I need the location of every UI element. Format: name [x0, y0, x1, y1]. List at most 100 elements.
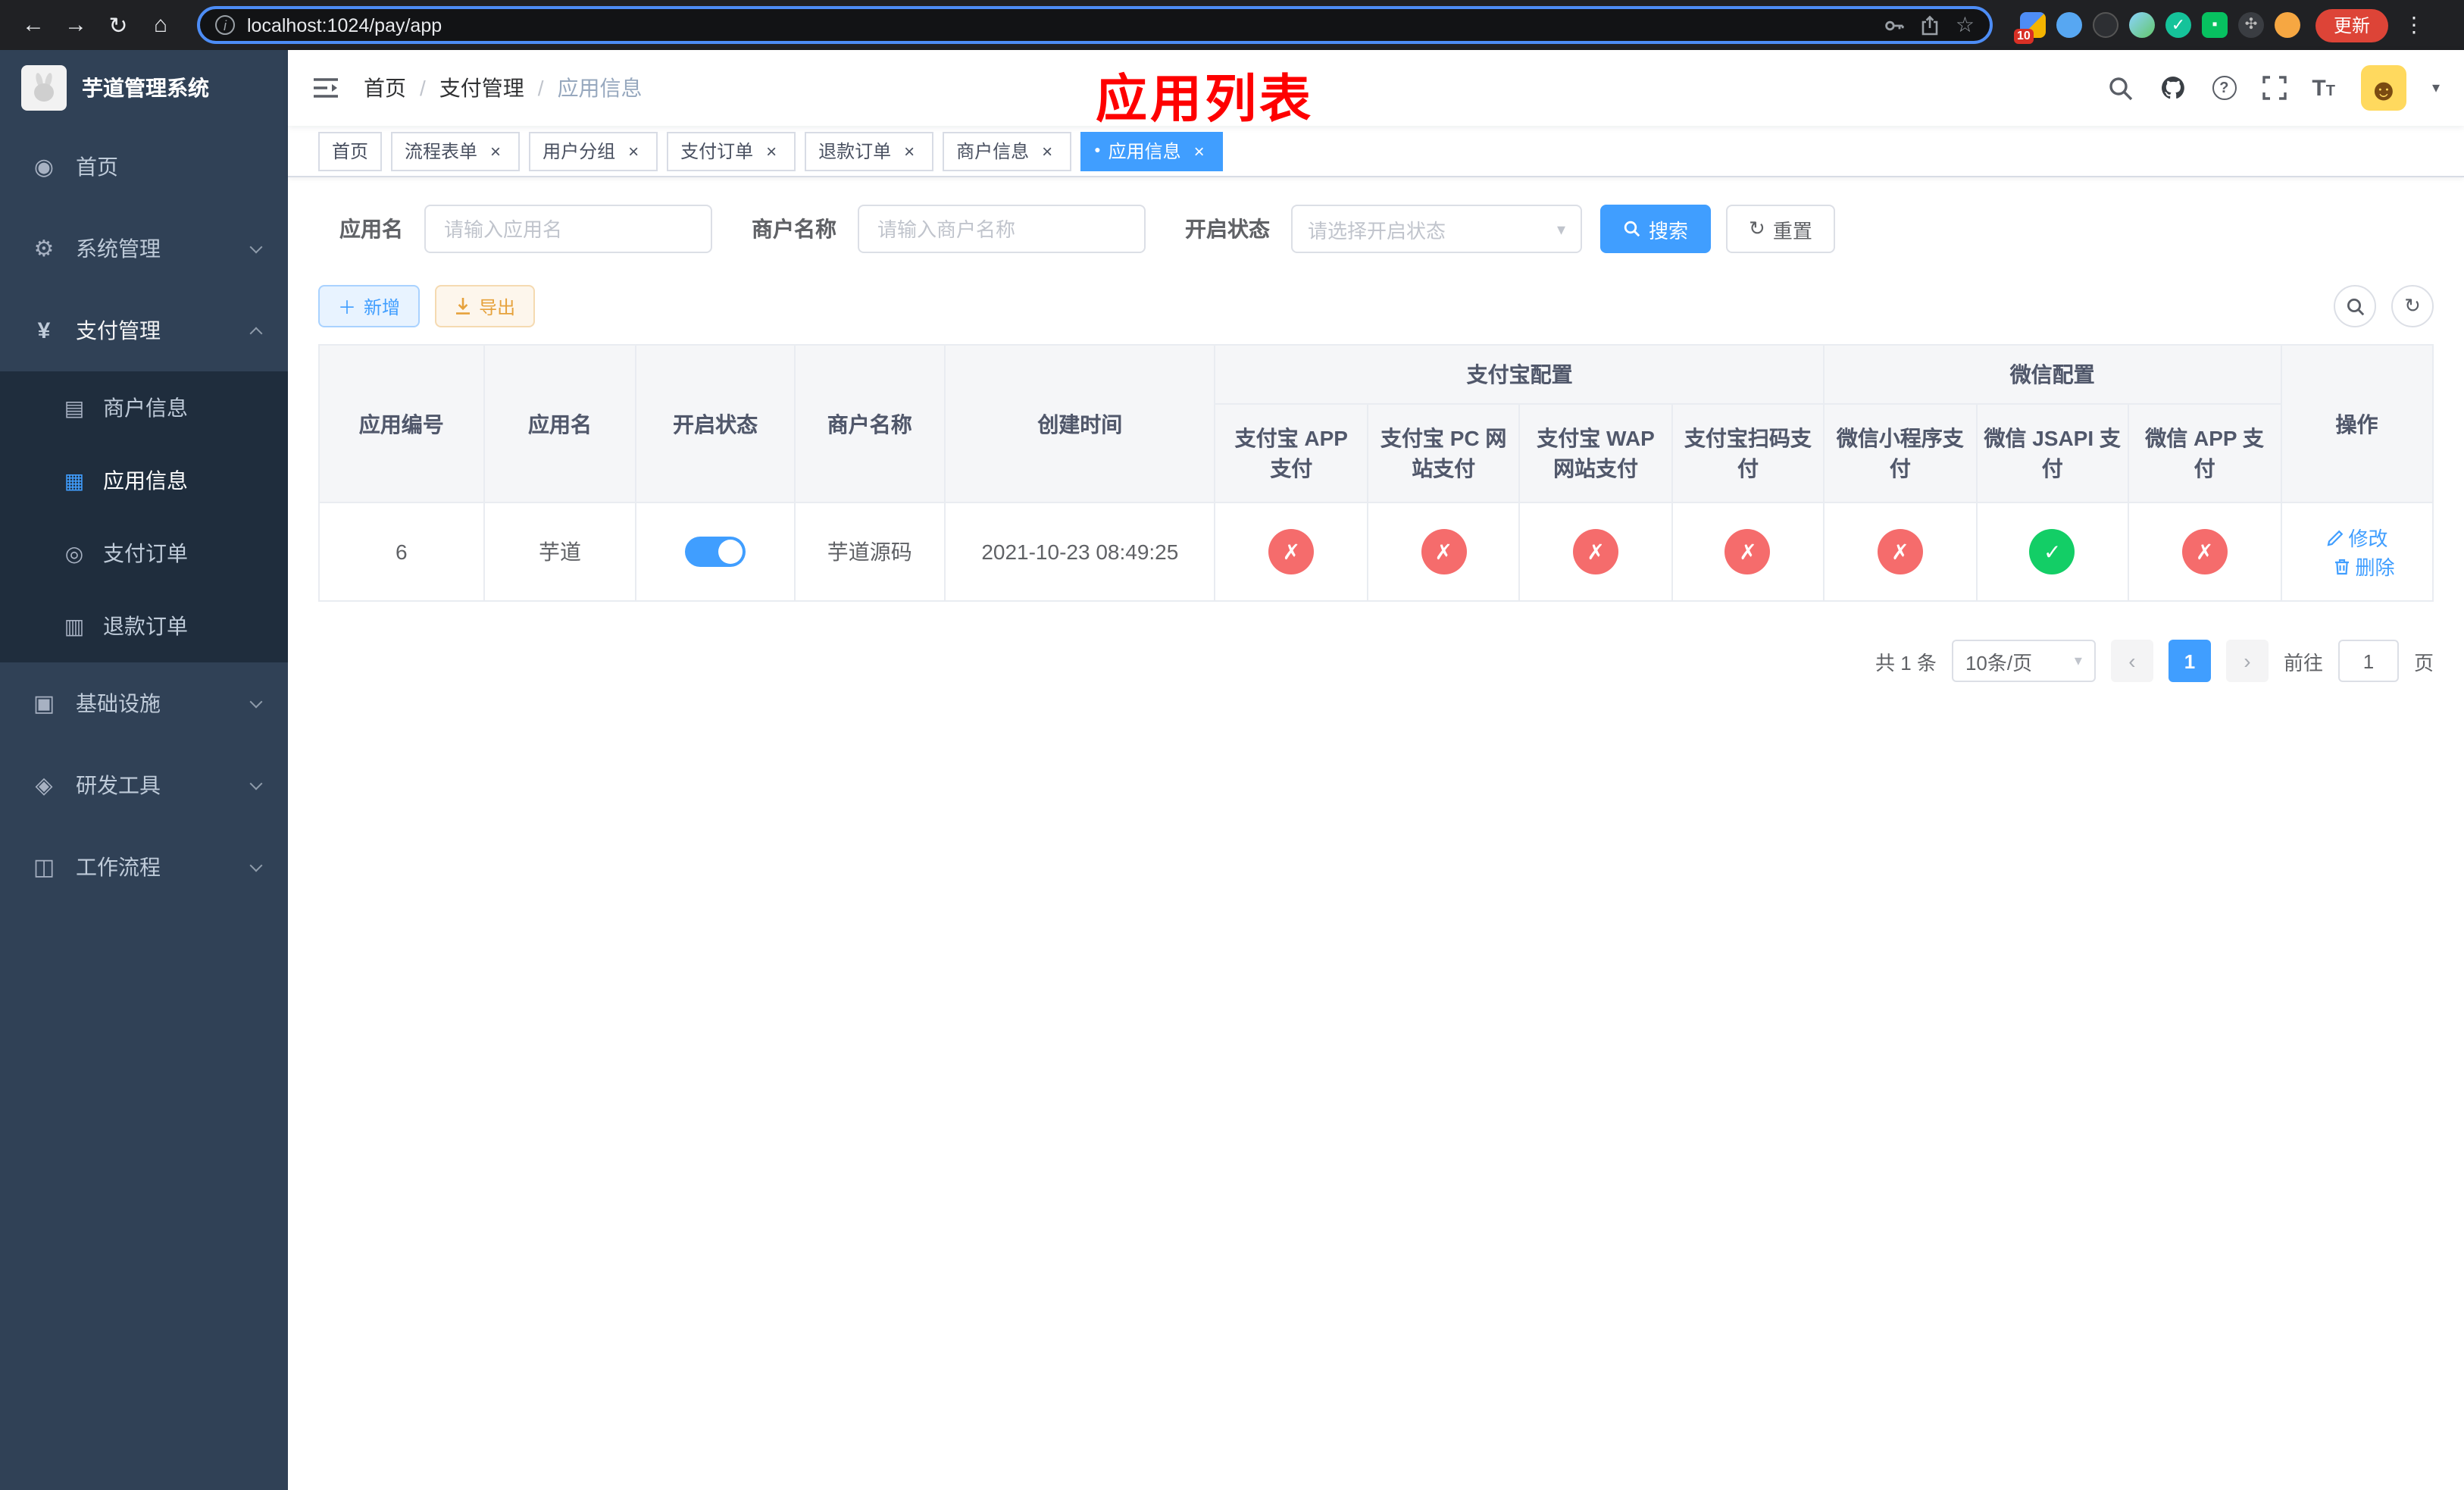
breadcrumb: 首页 / 支付管理 / 应用信息	[364, 73, 643, 103]
extension-icon-4[interactable]	[2129, 12, 2155, 38]
goto-unit: 页	[2413, 651, 2434, 674]
sidebar-item-workflow[interactable]: ◫ 工作流程	[0, 826, 288, 908]
cell-created: 2021-10-23 08:49:25	[943, 502, 1216, 602]
goto-page-input[interactable]	[2337, 640, 2399, 682]
column-header-wechat-app: 微信 APP 支付	[2128, 403, 2282, 503]
refresh-table-button[interactable]: ↻	[2391, 285, 2434, 327]
column-header-id: 应用编号	[318, 344, 485, 503]
column-header-alipay-wap: 支付宝 WAP 网站支付	[1518, 403, 1673, 503]
sidebar-item-payment[interactable]: ¥ 支付管理	[0, 290, 288, 371]
address-bar[interactable]: i localhost:1024/pay/app ☆	[197, 6, 1993, 44]
extension-icon-2[interactable]	[2056, 12, 2082, 38]
chevron-down-icon	[249, 694, 263, 708]
close-icon[interactable]: ×	[761, 140, 782, 161]
browser-forward-icon[interactable]: →	[58, 7, 94, 43]
sidebar-item-label: 基础设施	[76, 691, 161, 715]
column-header-alipay-qr: 支付宝扫码支付	[1671, 403, 1825, 503]
chevron-down-icon	[249, 239, 263, 253]
breadcrumb-payment[interactable]: 支付管理	[439, 73, 524, 103]
reset-button[interactable]: ↻ 重置	[1726, 205, 1835, 253]
page-info-icon[interactable]: i	[215, 15, 235, 35]
sidebar-item-infrastructure[interactable]: ▣ 基础设施	[0, 662, 288, 744]
status-check-icon: ✓	[2029, 529, 2075, 574]
table-row: 6 芋道 芋道源码 2021-10-23 08:49:25 ✗ ✗ ✗ ✗ ✗ …	[318, 502, 2434, 602]
close-icon[interactable]: ×	[899, 140, 920, 161]
search-button[interactable]: 搜索	[1600, 205, 1712, 253]
browser-menu-icon[interactable]: ⋮	[2394, 12, 2434, 38]
tab-app-info[interactable]: ● 应用信息 ×	[1080, 131, 1224, 171]
tab-home[interactable]: 首页	[318, 131, 383, 171]
status-select-placeholder: 请选择开启状态	[1308, 219, 1446, 242]
avatar-dropdown-caret-icon[interactable]: ▾	[2432, 80, 2440, 96]
hamburger-icon[interactable]	[312, 76, 339, 100]
close-icon[interactable]: ×	[1189, 140, 1210, 161]
extension-icon-6[interactable]: ▪	[2202, 12, 2228, 38]
profile-avatar[interactable]	[2275, 12, 2300, 38]
toggle-search-icon-button[interactable]	[2334, 285, 2376, 327]
search-icon[interactable]	[2107, 75, 2133, 101]
sidebar-item-merchant-info[interactable]: ▤ 商户信息	[0, 371, 288, 444]
prev-page-button[interactable]: ‹	[2110, 640, 2153, 682]
navbar: 首页 / 支付管理 / 应用信息 ? TT ☻ ▾	[288, 50, 2464, 126]
extension-icon-1[interactable]: 10	[2014, 12, 2046, 44]
fullscreen-icon[interactable]	[2262, 76, 2287, 100]
extension-icon-5[interactable]: ✓	[2165, 12, 2191, 38]
tab-refund-order[interactable]: 退款订单 ×	[805, 131, 934, 171]
export-button[interactable]: 导出	[435, 285, 536, 327]
avatar[interactable]: ☻	[2360, 65, 2406, 111]
status-toggle[interactable]	[685, 537, 746, 567]
next-page-button[interactable]: ›	[2225, 640, 2269, 682]
merchant-name-input[interactable]	[858, 205, 1146, 253]
help-icon[interactable]: ?	[2212, 76, 2237, 100]
url-text[interactable]: localhost:1024/pay/app	[247, 14, 1872, 36]
browser-update-button[interactable]: 更新	[2315, 8, 2389, 42]
breadcrumb-home[interactable]: 首页	[364, 73, 406, 103]
browser-reload-icon[interactable]: ↻	[100, 7, 136, 43]
tab-label: 用户分组	[543, 141, 616, 162]
tab-label: 支付订单	[680, 141, 754, 162]
close-icon[interactable]: ×	[485, 140, 506, 161]
app-name-label: 应用名	[339, 217, 403, 241]
search-button-label: 搜索	[1649, 219, 1689, 242]
browser-home-icon[interactable]: ⌂	[142, 7, 179, 43]
github-icon[interactable]	[2159, 74, 2186, 102]
status-select[interactable]: 请选择开启状态 ▾	[1291, 205, 1582, 253]
page-content: 应用名 商户名称 开启状态 请选择开启状态 ▾ 搜索	[288, 177, 2464, 1490]
column-header-name: 应用名	[483, 344, 637, 503]
sidebar-item-app-info[interactable]: ▦ 应用信息	[0, 444, 288, 517]
browser-back-icon[interactable]: ←	[15, 7, 52, 43]
font-size-icon[interactable]: TT	[2312, 75, 2335, 101]
gear-icon: ⚙	[33, 236, 55, 262]
cell-app-name: 芋道	[483, 502, 637, 602]
sidebar-item-pay-order[interactable]: ◎ 支付订单	[0, 517, 288, 590]
password-key-icon[interactable]	[1884, 14, 1906, 36]
chevron-up-icon	[249, 326, 263, 340]
chevron-down-icon: ▾	[2074, 653, 2082, 669]
share-icon[interactable]	[1921, 14, 1940, 36]
sidebar-item-refund-order[interactable]: ▥ 退款订单	[0, 590, 288, 662]
bookmark-star-icon[interactable]: ☆	[1956, 12, 1975, 38]
edit-link[interactable]: 修改	[2325, 523, 2388, 552]
tab-merchant-info[interactable]: 商户信息 ×	[943, 131, 1072, 171]
current-page-button[interactable]: 1	[2168, 640, 2211, 682]
sidebar-item-system[interactable]: ⚙ 系统管理	[0, 208, 288, 290]
page-size-select[interactable]: 10条/页 ▾	[1951, 640, 2096, 682]
sidebar-item-home[interactable]: ◉ 首页	[0, 126, 288, 208]
sidebar-item-dev-tools[interactable]: ◈ 研发工具	[0, 744, 288, 826]
total-count: 共 1 条	[1875, 651, 1937, 674]
delete-link[interactable]: 删除	[2334, 552, 2395, 581]
extension-icon-3[interactable]	[2093, 12, 2118, 38]
tabs-bar: 首页 流程表单 × 用户分组 × 支付订单 × 退款订单 × 商户信息 × ● …	[288, 126, 2464, 177]
pagination: 共 1 条 10条/页 ▾ ‹ 1 › 前往 页	[318, 640, 2434, 682]
column-header-actions: 操作	[2280, 344, 2434, 503]
cell-config-wechat-jsapi: ✓	[1975, 502, 2130, 602]
add-button[interactable]: ＋ 新增	[318, 285, 421, 327]
cell-app-id: 6	[318, 502, 485, 602]
close-icon[interactable]: ×	[1037, 140, 1058, 161]
extension-icon-7[interactable]: ✣	[2238, 12, 2264, 38]
close-icon[interactable]: ×	[623, 140, 644, 161]
tab-pay-order[interactable]: 支付订单 ×	[667, 131, 796, 171]
tab-process-form[interactable]: 流程表单 ×	[391, 131, 521, 171]
app-name-input[interactable]	[424, 205, 712, 253]
tab-user-group[interactable]: 用户分组 ×	[529, 131, 658, 171]
